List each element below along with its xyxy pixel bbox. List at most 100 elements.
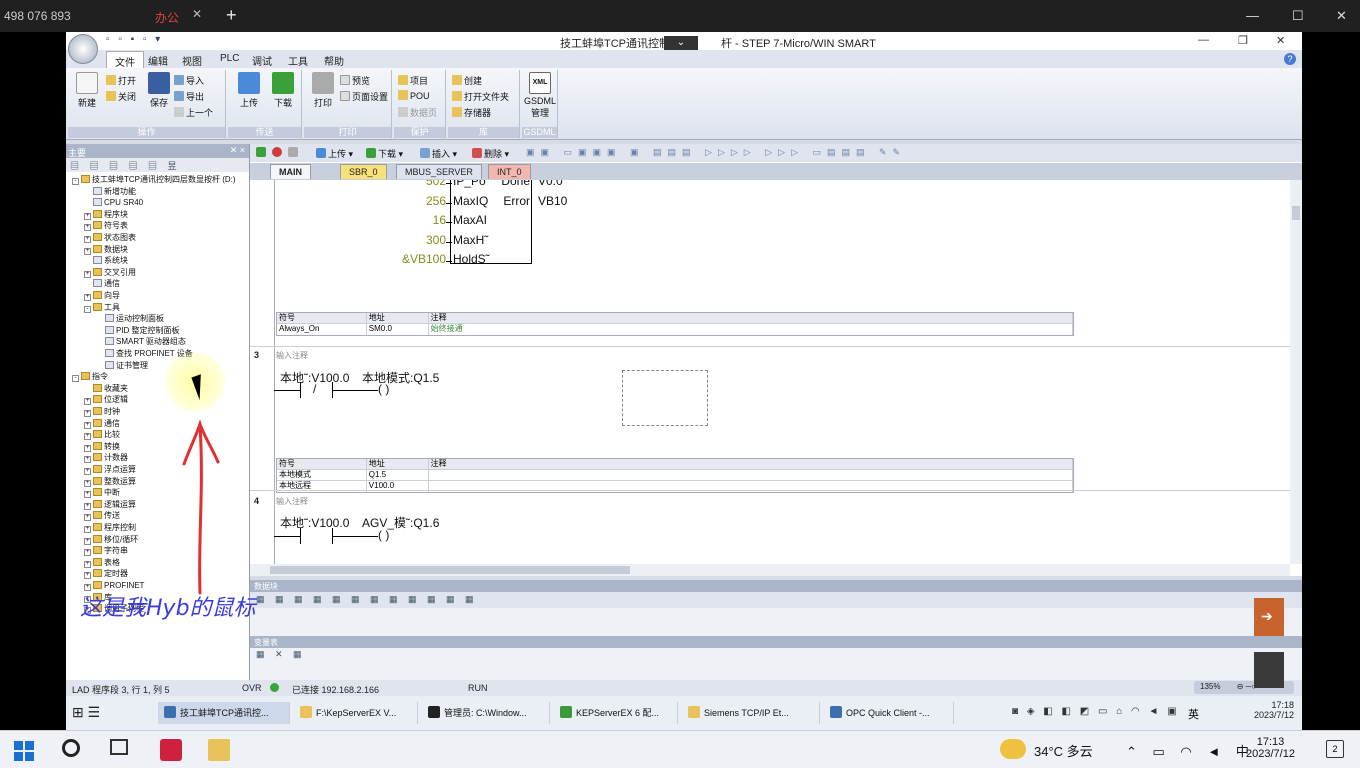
tree-node[interactable]: 运动控制面板 — [96, 313, 164, 324]
symbol-cell[interactable]: 符号 — [277, 313, 367, 323]
expand-toggle-icon[interactable]: + — [84, 421, 91, 429]
remote-taskbar-item[interactable]: 管理员: C:\Window... — [422, 702, 550, 724]
tree-node[interactable]: + 中断 — [84, 487, 120, 499]
protect-pou-button[interactable]: POU — [398, 90, 430, 101]
symbol-cell[interactable]: 符号 — [277, 459, 367, 469]
expand-toggle-icon[interactable]: + — [84, 491, 91, 499]
search-icon[interactable] — [62, 739, 80, 757]
tree-node[interactable]: + 数据块 — [84, 244, 128, 255]
editor-horizontal-scrollbar[interactable] — [250, 564, 1290, 576]
expand-toggle-icon[interactable]: + — [84, 236, 91, 243]
taskbar-clock[interactable]: 17:13 2023/7/12 — [1246, 736, 1295, 760]
block-input-value[interactable]: 256 — [370, 194, 446, 208]
block-input-value[interactable]: 16 — [370, 213, 446, 227]
menu-plc[interactable]: PLC — [220, 53, 239, 64]
viewer-minimize-button[interactable]: — — [1246, 8, 1259, 23]
network-4-comment[interactable]: 输入注释 — [276, 496, 308, 507]
notification-icon[interactable]: 2 — [1326, 740, 1344, 758]
net3-nc-contact[interactable]: / — [313, 382, 316, 396]
task-view-icon[interactable] — [110, 739, 128, 755]
tree-node[interactable]: + 整数运算 — [84, 476, 136, 487]
new-tab-icon[interactable]: + — [226, 5, 237, 26]
net4-coil[interactable]: ( ) — [378, 528, 389, 542]
close-button[interactable]: ✕ — [1276, 34, 1285, 47]
system-tray[interactable]: ⌃ ▭ ◠ ◄ 中 — [1126, 741, 1255, 760]
symbol-cell[interactable]: 地址 — [367, 313, 429, 323]
expand-toggle-icon[interactable]: + — [84, 224, 91, 232]
remote-ime[interactable]: 英 — [1188, 706, 1199, 722]
delete-button[interactable]: 删除 ▾ — [472, 147, 509, 160]
tree-node[interactable]: + 浮点运算 — [84, 464, 136, 475]
menu-edit[interactable]: 编辑 — [148, 53, 168, 68]
block-input-value[interactable]: 502 — [370, 180, 446, 188]
symbol-cell[interactable]: 地址 — [367, 459, 429, 469]
symbol-cell[interactable] — [429, 470, 1073, 480]
weather-icon[interactable] — [1000, 739, 1026, 759]
remote-tab[interactable]: 办公 — [155, 9, 179, 26]
gsdml-button[interactable]: XML GSDML 管理 — [523, 72, 557, 119]
protect-project-button[interactable]: 项目 — [398, 74, 428, 87]
tab-close-icon[interactable]: ✕ — [192, 7, 202, 21]
quick-access-toolbar[interactable]: ▫ ▫ ▪ ▫ ▾ — [106, 34, 163, 45]
tree-node[interactable]: + 计数器 — [84, 452, 128, 464]
tree-node[interactable]: - 技工蚌埠TCP通讯控制四层数显按杆 (D:) — [72, 174, 236, 185]
tree-node[interactable]: + 状态图表 — [84, 232, 136, 243]
create-library-button[interactable]: 创建 — [452, 74, 482, 87]
remote-start-icon[interactable]: ⊞ ☰ — [72, 704, 100, 721]
tab-sbr_0[interactable]: SBR_0 — [340, 164, 387, 179]
toolbar-upload-button[interactable]: 上传 ▾ — [316, 147, 353, 160]
expand-toggle-icon[interactable]: + — [84, 514, 91, 522]
stop-button[interactable] — [272, 147, 284, 158]
symbol-cell[interactable]: 注释 — [429, 459, 1073, 469]
net3-coil[interactable]: ( ) — [378, 382, 389, 396]
expand-toggle-icon[interactable]: + — [84, 444, 91, 452]
import-button[interactable]: 导入 — [174, 74, 204, 87]
tree-node[interactable]: + 字符串 — [84, 545, 128, 557]
tree-node[interactable]: 通信 — [84, 278, 120, 289]
data-block-toolbar[interactable]: ▦ ▦ ▦ ▦ ▦ ▦ ▦ ▦ ▦ ▦ ▦ ▦ — [250, 592, 1302, 608]
save-button[interactable]: 保存 — [142, 72, 176, 109]
expand-toggle-icon[interactable]: + — [84, 560, 91, 568]
tab-mbus_server[interactable]: MBUS_SERVER — [396, 164, 482, 179]
remote-taskbar-item[interactable]: 技工蚌埠TCP通讯控... — [158, 702, 290, 724]
tree-node[interactable]: PID 整定控制面板 — [96, 325, 180, 336]
tab-main[interactable]: MAIN — [270, 164, 311, 179]
editor-vertical-scrollbar[interactable] — [1290, 180, 1302, 564]
expand-toggle-icon[interactable]: + — [84, 270, 91, 278]
expand-toggle-icon[interactable]: + — [84, 433, 91, 441]
menu-tools[interactable]: 工具 — [288, 53, 308, 68]
tree-node[interactable]: + 比较 — [84, 429, 120, 441]
network-3-comment[interactable]: 输入注释 — [276, 350, 308, 361]
tree-node[interactable]: + 移位/循环 — [84, 534, 138, 545]
tree-node[interactable]: + 时钟 — [84, 406, 120, 417]
expand-toggle-icon[interactable]: + — [84, 212, 91, 220]
expand-toggle-icon[interactable]: + — [84, 410, 91, 417]
protect-datablock-button[interactable]: 数据页 — [398, 106, 437, 119]
expand-toggle-icon[interactable]: + — [84, 479, 91, 487]
remote-app-icon[interactable] — [160, 739, 182, 761]
tree-node[interactable]: CPU SR40 — [84, 197, 143, 208]
pane-close-icon[interactable]: ✕ × — [230, 145, 245, 156]
symbol-cell[interactable]: Q1.5 — [367, 470, 429, 480]
expand-toggle-icon[interactable]: + — [84, 247, 91, 255]
toolbar-download-button[interactable]: 下载 ▾ — [366, 147, 403, 160]
tree-node[interactable]: + 通信 — [84, 418, 120, 429]
expand-toggle-icon[interactable]: + — [84, 502, 91, 510]
expand-toggle-icon[interactable]: + — [84, 572, 91, 580]
tree-node[interactable]: + 转换 — [84, 441, 120, 452]
expand-toggle-icon[interactable]: + — [84, 456, 91, 464]
block-output-value[interactable]: V0.0 — [538, 180, 563, 188]
tree-node[interactable]: + 程序控制 — [84, 522, 136, 533]
viewer-maximize-button[interactable]: ☐ — [1292, 8, 1304, 24]
remote-taskbar-item[interactable]: KEPServerEX 6 配... — [554, 702, 678, 724]
tree-node[interactable]: - 工具 — [84, 302, 120, 313]
tree-node[interactable]: + 表格 — [84, 557, 120, 568]
file-explorer-icon[interactable] — [208, 739, 230, 761]
block-input-value[interactable]: &VB100 — [370, 252, 446, 266]
tree-node[interactable]: + 交叉引用 — [84, 267, 136, 278]
minimize-button[interactable]: — — [1198, 34, 1209, 46]
page-setup-button[interactable]: 页面设置 — [340, 90, 388, 103]
symbol-cell[interactable]: SM0.0 — [367, 324, 429, 335]
open-button[interactable]: 打开 — [106, 74, 136, 87]
symbol-cell[interactable]: 注释 — [429, 313, 1073, 323]
